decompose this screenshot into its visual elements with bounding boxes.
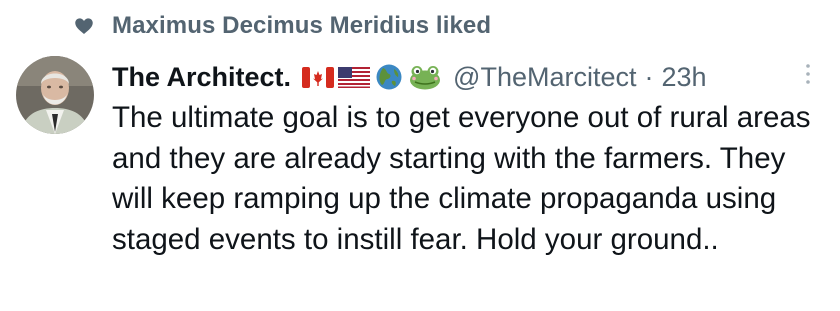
social-context: Maximus Decimus Meridius liked	[74, 10, 491, 42]
liked-by-text[interactable]: Maximus Decimus Meridius liked	[112, 12, 491, 40]
user-handle[interactable]: @TheMarcitect	[453, 62, 636, 93]
timestamp[interactable]: 23h	[662, 62, 707, 93]
separator-dot: ·	[644, 61, 654, 92]
canada-flag-icon	[302, 67, 335, 88]
usa-flag-icon	[338, 67, 371, 88]
tweet-text: The ultimate goal is to get everyone out…	[112, 101, 811, 256]
heart-icon	[75, 18, 93, 34]
frog-icon	[410, 66, 441, 90]
globe-icon	[376, 64, 402, 90]
display-name[interactable]: The Architect.	[112, 62, 291, 93]
avatar-portrait	[16, 56, 94, 134]
avatar[interactable]	[16, 56, 94, 134]
tweet-header: The Architect. @TheMarcitect · 23h	[112, 58, 824, 96]
more-options-icon[interactable]	[804, 60, 812, 90]
